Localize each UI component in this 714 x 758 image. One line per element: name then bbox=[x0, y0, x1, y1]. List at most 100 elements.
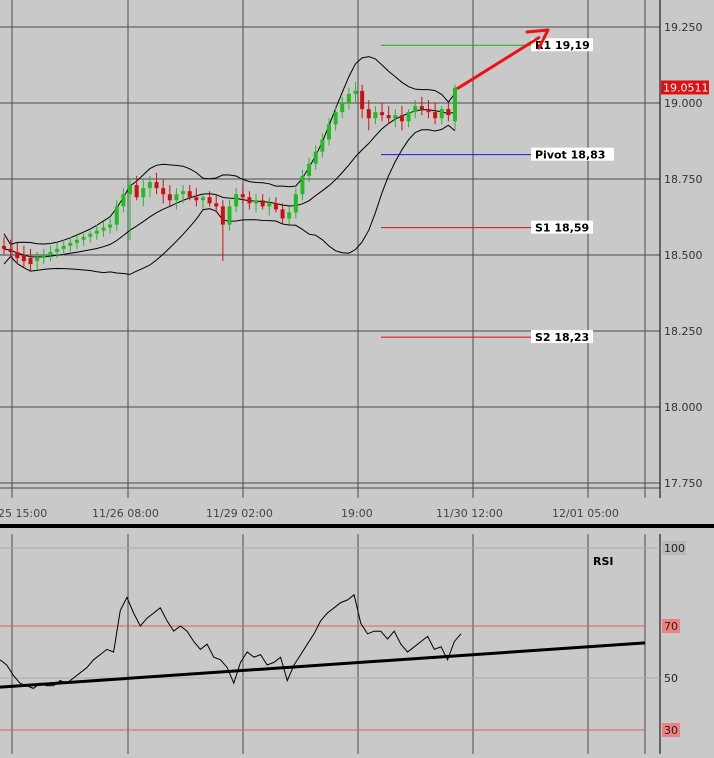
price-x-axis: 25 15:00 11/26 08:00 11/29 02:00 19:00 11/30… bbox=[0, 507, 619, 520]
candle-body bbox=[406, 112, 411, 122]
candle-body bbox=[28, 258, 33, 265]
rsi-title: RSI bbox=[593, 555, 614, 568]
candle-body bbox=[174, 194, 179, 201]
candle-body bbox=[340, 103, 345, 113]
candle-body bbox=[260, 200, 265, 207]
candle-body bbox=[61, 245, 66, 249]
candle-body bbox=[419, 106, 424, 110]
candle-body bbox=[147, 182, 152, 189]
rsi-line bbox=[0, 593, 462, 689]
candle-body bbox=[167, 194, 172, 201]
candle-body bbox=[35, 258, 40, 262]
price-y-tick-label: 17.750 bbox=[664, 477, 703, 490]
price-y-tick-label: 18.500 bbox=[664, 249, 703, 262]
x-tick-label: 25 15:00 bbox=[0, 507, 47, 520]
axis-area-bg bbox=[660, 0, 714, 754]
price-y-tick-label: 18.000 bbox=[664, 401, 703, 414]
candle-body bbox=[333, 112, 338, 125]
candle-body bbox=[313, 151, 318, 164]
candle-body bbox=[240, 194, 245, 198]
x-tick-label: 11/29 02:00 bbox=[206, 507, 273, 520]
price-y-tick-label: 19.000 bbox=[664, 97, 703, 110]
rsi-grid bbox=[0, 534, 661, 754]
candle-body bbox=[187, 191, 192, 198]
candle-body bbox=[114, 206, 119, 225]
candle-body bbox=[393, 115, 398, 119]
chart-svg: R1 19,19Pivot 18,83S1 18,59S2 18,23 19.2… bbox=[0, 0, 714, 754]
rsi-y-tick-label: 50 bbox=[664, 672, 678, 685]
candle-body bbox=[101, 227, 106, 231]
candle-body bbox=[307, 163, 312, 176]
candle-body bbox=[181, 191, 186, 195]
candle-body bbox=[346, 93, 351, 103]
level-label: S1 18,59 bbox=[535, 222, 589, 235]
rsi-y-tick-label: 30 bbox=[664, 724, 678, 737]
candle-body bbox=[121, 194, 126, 207]
candle-body bbox=[154, 182, 159, 189]
candle-body bbox=[234, 194, 239, 207]
candle-body bbox=[2, 245, 6, 249]
candle-body bbox=[360, 90, 365, 110]
rsi-content bbox=[0, 593, 646, 689]
candle-body bbox=[267, 203, 272, 207]
x-tick-label: 11/30 12:00 bbox=[436, 507, 503, 520]
candle-body bbox=[453, 87, 457, 122]
candle-body bbox=[141, 188, 146, 198]
x-tick-label: 11/26 08:00 bbox=[92, 507, 159, 520]
candle-body bbox=[68, 242, 73, 246]
candle-body bbox=[8, 248, 13, 252]
candle-body bbox=[366, 109, 371, 119]
level-label: Pivot 18,83 bbox=[535, 149, 605, 162]
candle-body bbox=[15, 251, 20, 259]
candle-body bbox=[21, 255, 26, 262]
candle-body bbox=[194, 197, 199, 201]
candle-body bbox=[227, 206, 232, 225]
rsi-y-tick-label: 70 bbox=[664, 620, 678, 633]
candle-body bbox=[200, 197, 205, 201]
candle-body bbox=[254, 200, 259, 204]
candle-body bbox=[81, 236, 86, 240]
candle-body bbox=[399, 115, 404, 122]
candle-body bbox=[161, 188, 166, 195]
candle-body bbox=[326, 124, 331, 140]
candle-body bbox=[134, 185, 139, 198]
candle-body bbox=[247, 197, 252, 204]
candle-body bbox=[380, 112, 385, 116]
candle-body bbox=[280, 209, 285, 219]
candle-body bbox=[108, 224, 113, 228]
price-y-tick-label: 19.250 bbox=[664, 21, 703, 34]
price-y-tick-label: 18.750 bbox=[664, 173, 703, 186]
candle-body bbox=[293, 194, 298, 213]
current-price-label: 19.0511 bbox=[663, 81, 709, 94]
candle-body bbox=[426, 109, 431, 113]
level-label: S2 18,23 bbox=[535, 331, 589, 344]
candle-body bbox=[88, 233, 93, 237]
candle-body bbox=[55, 248, 60, 252]
candle-body bbox=[300, 175, 305, 195]
candle-body bbox=[413, 106, 418, 113]
candle-body bbox=[320, 139, 325, 152]
candle-body bbox=[41, 255, 46, 259]
candle-body bbox=[94, 230, 99, 234]
candle-body bbox=[48, 251, 53, 255]
candle-body bbox=[273, 203, 278, 210]
x-tick-label: 19:00 bbox=[341, 507, 373, 520]
price-y-tick-label: 18.250 bbox=[664, 325, 703, 338]
candle-body bbox=[128, 185, 133, 195]
x-tick-label: 12/01 05:00 bbox=[552, 507, 619, 520]
chart-root: R1 19,19 Pivot 18,83 S1 18,59 S2 18,23 19.2… bbox=[0, 0, 714, 754]
candle-body bbox=[287, 212, 292, 219]
candle-body bbox=[439, 109, 444, 119]
candle-body bbox=[386, 115, 391, 119]
candle-body bbox=[373, 112, 378, 119]
candle-body bbox=[446, 109, 451, 116]
candle-body bbox=[214, 203, 219, 207]
rsi-y-tick-label: 100 bbox=[664, 542, 685, 555]
candle-body bbox=[207, 197, 212, 204]
rsi-trendline bbox=[0, 641, 646, 689]
candle-body bbox=[220, 206, 225, 225]
candle-body bbox=[433, 112, 438, 119]
candle-body bbox=[74, 239, 79, 243]
candle-body bbox=[353, 90, 358, 94]
price-panel-bg bbox=[0, 0, 660, 498]
